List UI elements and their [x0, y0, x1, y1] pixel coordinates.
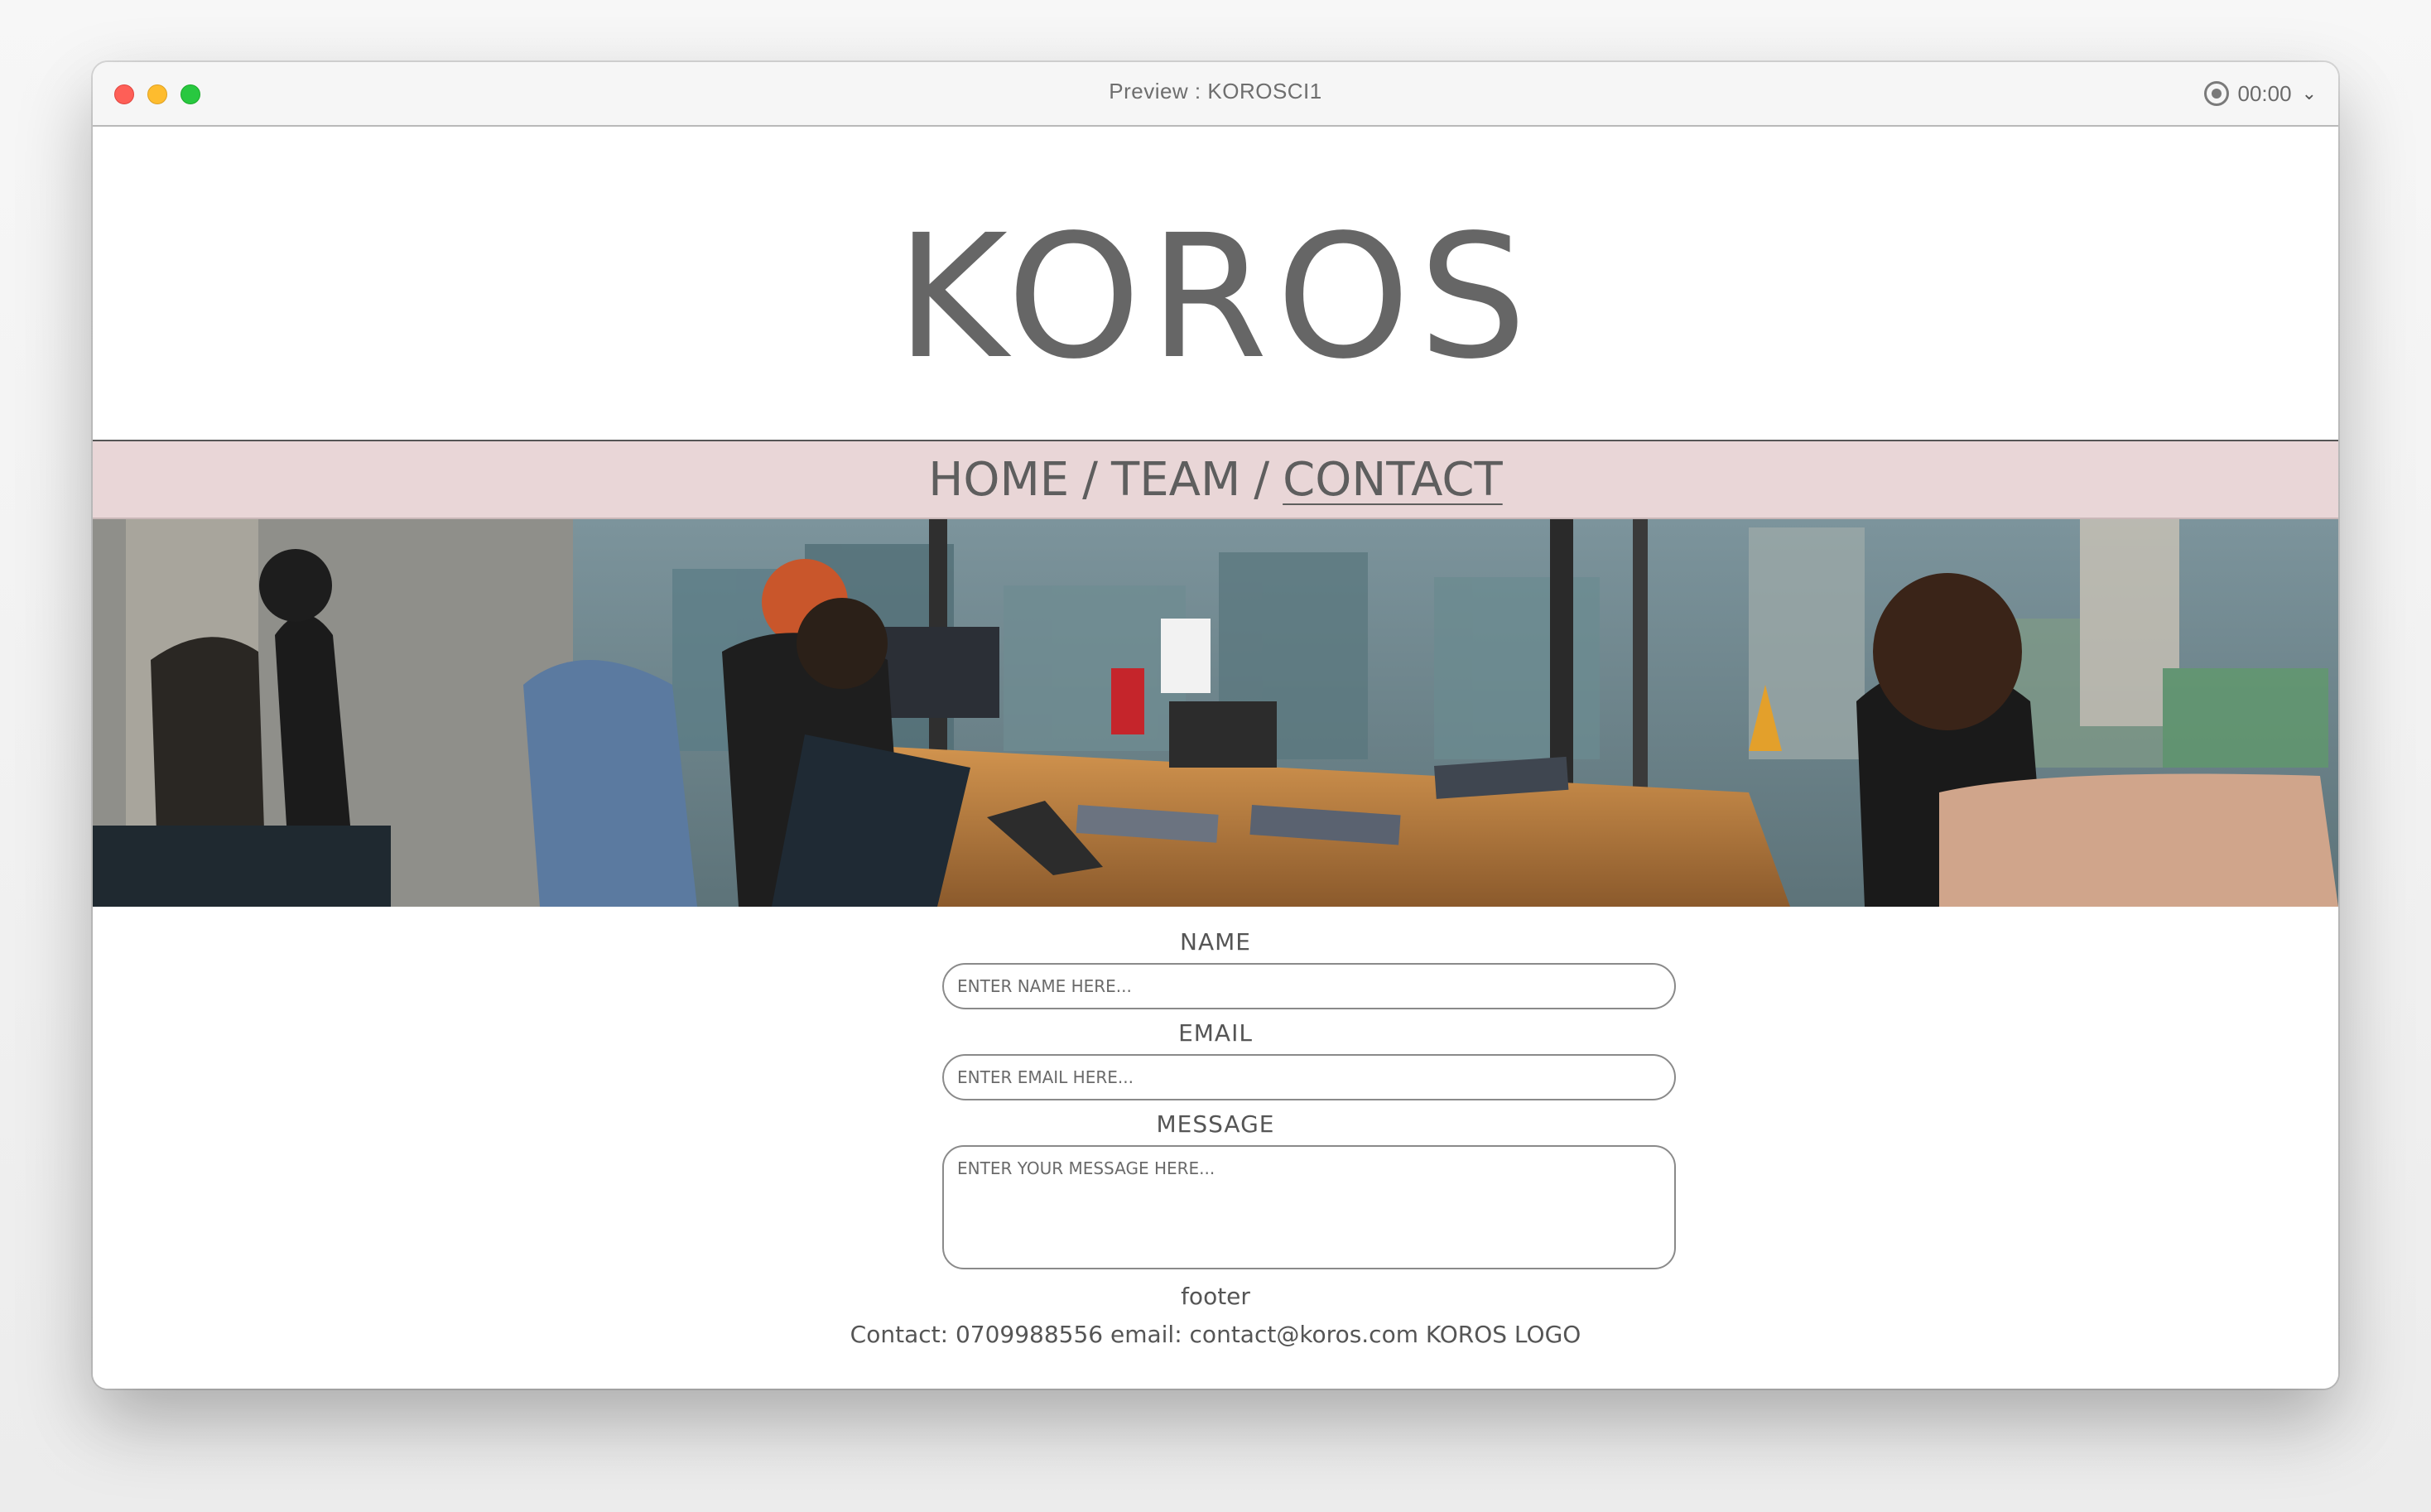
footer-contact-info: Contact: 0709988556 email: contact@koros… — [850, 1321, 1581, 1348]
office-scene-image — [93, 519, 2338, 907]
chevron-down-icon[interactable]: ⌄ — [2302, 83, 2317, 104]
nav-separator: / — [1254, 452, 1270, 507]
window-title: Preview : KOROSCI1 — [1109, 79, 1322, 104]
recording-control[interactable]: 00:00 ⌄ — [2204, 77, 2317, 110]
hero-office-photo — [93, 519, 2338, 907]
name-input[interactable] — [942, 963, 1676, 1009]
record-icon — [2204, 81, 2230, 106]
name-label: NAME — [1180, 928, 1251, 956]
nav-team-link[interactable]: TEAM — [1111, 453, 1240, 507]
preview-window: Preview : KOROSCI1 00:00 ⌄ KOROS HOME / … — [93, 62, 2338, 1389]
nav-home-link[interactable]: HOME — [928, 453, 1069, 507]
nav-separator: / — [1082, 452, 1099, 507]
email-input[interactable] — [942, 1054, 1676, 1100]
message-label: MESSAGE — [1156, 1110, 1275, 1138]
message-textarea[interactable] — [942, 1145, 1676, 1269]
site-header: KOROS — [93, 127, 2338, 441]
recording-time: 00:00 — [2237, 80, 2292, 106]
main-nav: HOME / TEAM / CONTACT — [93, 441, 2338, 519]
email-label: EMAIL — [1178, 1019, 1253, 1047]
footer-heading: footer — [1181, 1283, 1250, 1310]
window-titlebar: Preview : KOROSCI1 00:00 ⌄ — [93, 62, 2338, 127]
site-logo: KOROS — [895, 198, 1535, 397]
desktop-background: Preview : KOROSCI1 00:00 ⌄ KOROS HOME / … — [0, 0, 2431, 1512]
web-page: KOROS HOME / TEAM / CONTACT NAME ENTER N… — [93, 127, 2338, 1389]
nav-contact-link[interactable]: CONTACT — [1283, 453, 1503, 507]
